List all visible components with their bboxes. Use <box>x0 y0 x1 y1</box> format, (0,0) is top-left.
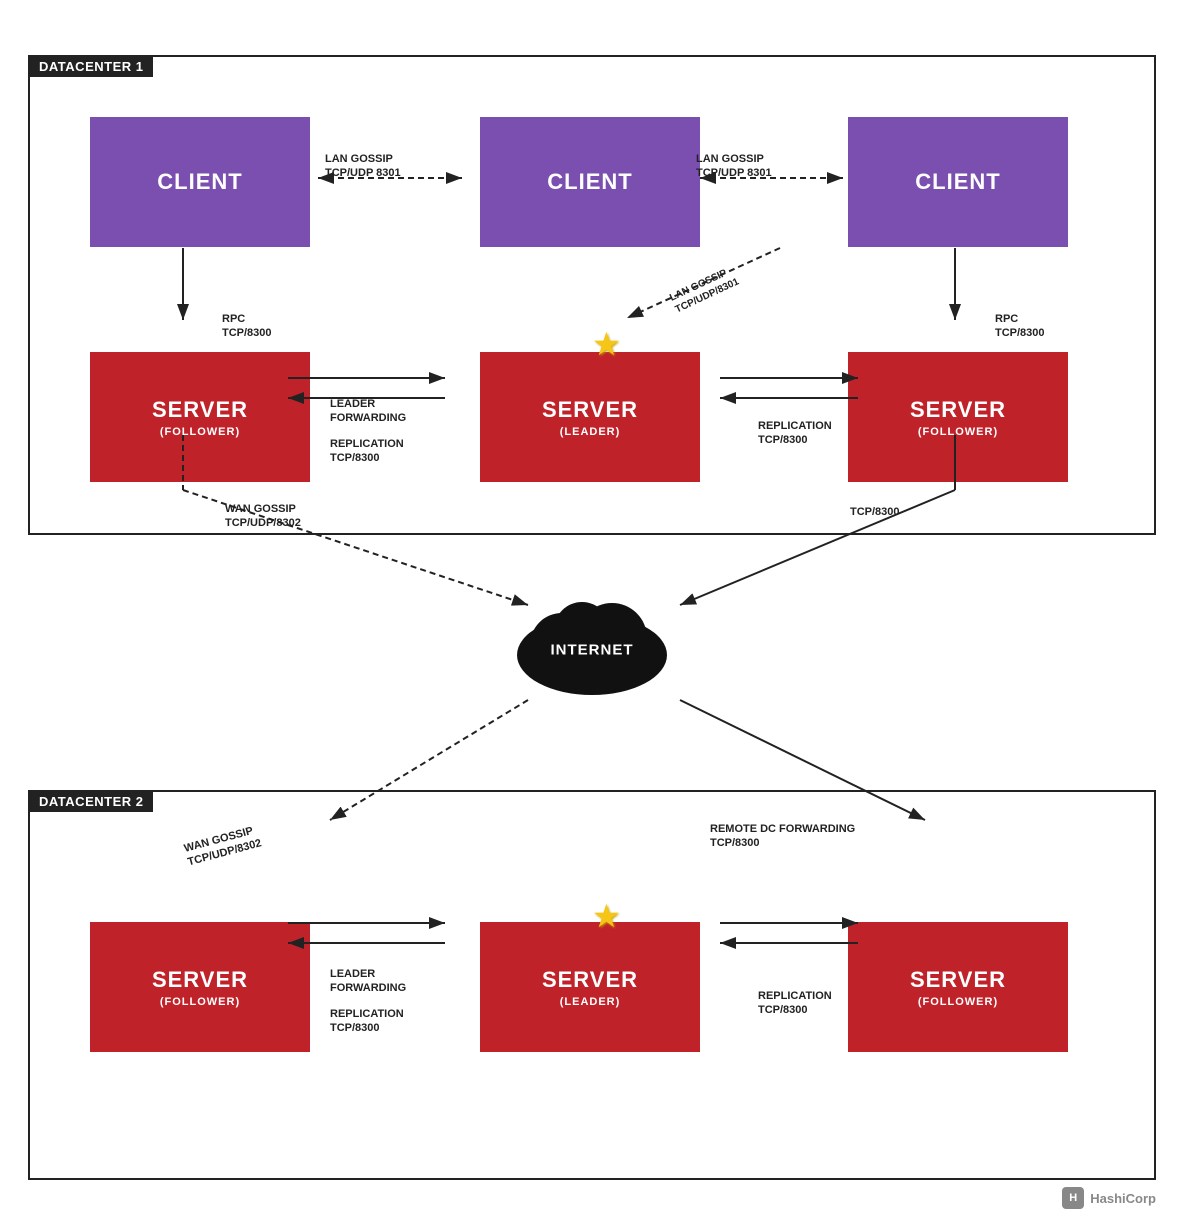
wan-gossip-dc2-label: WAN GOSSIP TCP/UDP/8302 <box>183 823 264 870</box>
internet-cloud: INTERNET <box>502 580 682 705</box>
server1-dc2-box: SERVER (FOLLOWER) <box>90 922 310 1052</box>
internet-label: INTERNET <box>502 641 682 658</box>
leader-forwarding-dc1: LEADER FORWARDING <box>330 397 406 426</box>
wan-gossip-dc1-label: WAN GOSSIP TCP/UDP/8302 <box>225 502 301 531</box>
lan-gossip-label-1: LAN GOSSIP TCP/UDP 8301 <box>325 152 401 181</box>
datacenter1-label: DATACENTER 1 <box>29 56 153 77</box>
client3-box: CLIENT <box>848 117 1068 247</box>
client2-box: CLIENT <box>480 117 700 247</box>
hashicorp-text: HashiCorp <box>1090 1191 1156 1206</box>
server1-dc1-box: SERVER (FOLLOWER) <box>90 352 310 482</box>
hashicorp-icon: H <box>1062 1187 1084 1209</box>
rpc-label-2: RPC TCP/8300 <box>995 312 1045 341</box>
remote-dc-label: REMOTE DC FORWARDING TCP/8300 <box>710 822 855 851</box>
main-container: DATACENTER 1 CLIENT CLIENT CLIENT LAN GO… <box>0 0 1184 1227</box>
datacenter2-box: DATACENTER 2 WAN GOSSIP TCP/UDP/8302 REM… <box>28 790 1156 1180</box>
leader-star-dc2: ★ <box>592 897 621 935</box>
leader-forwarding-dc2: LEADER FORWARDING <box>330 967 406 996</box>
datacenter2-label: DATACENTER 2 <box>29 791 153 812</box>
replication-right-dc2: REPLICATION TCP/8300 <box>758 989 832 1018</box>
replication-left-dc2: REPLICATION TCP/8300 <box>330 1007 404 1036</box>
client1-box: CLIENT <box>90 117 310 247</box>
server2-dc1-box: SERVER (LEADER) <box>480 352 700 482</box>
replication-left-dc1: REPLICATION TCP/8300 <box>330 437 404 466</box>
tcp8300-dc1-right: TCP/8300 <box>850 505 900 519</box>
lan-gossip-diagonal-label: LAN GOSSIP TCP/UDP/8301 <box>668 264 741 317</box>
server3-dc2-box: SERVER (FOLLOWER) <box>848 922 1068 1052</box>
rpc-label-1: RPC TCP/8300 <box>222 312 272 341</box>
server2-dc2-box: SERVER (LEADER) <box>480 922 700 1052</box>
leader-star-dc1: ★ <box>592 325 621 363</box>
server3-dc1-box: SERVER (FOLLOWER) <box>848 352 1068 482</box>
datacenter1-box: DATACENTER 1 CLIENT CLIENT CLIENT LAN GO… <box>28 55 1156 535</box>
lan-gossip-label-2: LAN GOSSIP TCP/UDP 8301 <box>696 152 772 181</box>
replication-right-dc1: REPLICATION TCP/8300 <box>758 419 832 448</box>
hashicorp-logo: H HashiCorp <box>1062 1187 1156 1209</box>
